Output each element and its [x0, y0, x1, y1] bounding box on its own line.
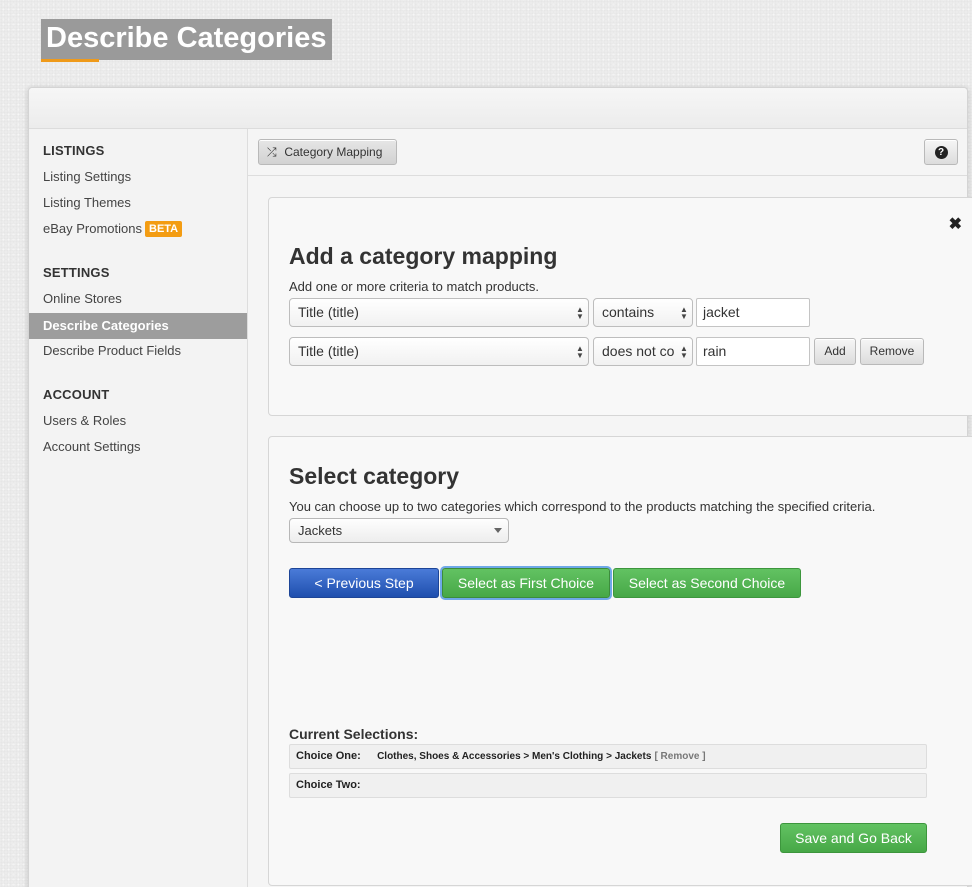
- add-mapping-panel: ✖ Add a category mapping Add one or more…: [268, 197, 972, 416]
- current-selections-label: Current Selections:: [289, 726, 419, 742]
- help-button[interactable]: ?: [924, 139, 958, 165]
- remove-criteria-button[interactable]: Remove: [860, 338, 924, 365]
- sidebar-item-account-settings[interactable]: Account Settings: [29, 434, 247, 460]
- criteria-field-select-2[interactable]: Title (title) ▲ ▼: [289, 337, 589, 366]
- shuffle-icon: ⤮: [267, 145, 277, 159]
- select-second-choice-button[interactable]: Select as Second Choice: [613, 568, 801, 598]
- choice-one-row: Choice One: Clothes, Shoes & Accessories…: [289, 744, 927, 769]
- sidebar-item-label: eBay Promotions: [43, 221, 142, 236]
- sidebar-item-describe-categories[interactable]: Describe Categories: [29, 313, 247, 339]
- close-icon[interactable]: ✖: [949, 217, 962, 233]
- mapping-description: Add one or more criteria to match produc…: [289, 279, 540, 294]
- updown-arrows-icon: ▲ ▼: [680, 344, 688, 360]
- category-mapping-button[interactable]: ⤮ Category Mapping: [258, 139, 397, 165]
- select-first-choice-button[interactable]: Select as First Choice: [442, 568, 610, 598]
- sidebar-item-online-stores[interactable]: Online Stores: [29, 286, 247, 312]
- category-description: You can choose up to two categories whic…: [289, 499, 876, 514]
- criteria-operator-value: contains: [602, 304, 655, 320]
- page-title: Describe Categories: [41, 19, 333, 60]
- choice-one-value: Clothes, Shoes & Accessories > Men's Clo…: [377, 751, 652, 762]
- frame-header: [29, 88, 967, 129]
- choice-two-row: Choice Two:: [289, 773, 927, 798]
- criteria-field-value: Title (title): [298, 304, 359, 320]
- sidebar-item-listing-settings[interactable]: Listing Settings: [29, 164, 247, 190]
- sidebar-item-describe-product-fields[interactable]: Describe Product Fields: [29, 338, 247, 364]
- criteria-field-value: Title (title): [298, 343, 359, 359]
- sidebar: LISTINGS Listing Settings Listing Themes…: [29, 129, 248, 887]
- criteria-value-input-2[interactable]: rain: [696, 337, 810, 366]
- remove-choice-one-link[interactable]: [ Remove ]: [654, 751, 705, 762]
- sidebar-heading-settings: SETTINGS: [43, 265, 110, 280]
- select-category-panel: Select category You can choose up to two…: [268, 436, 972, 886]
- app-frame: LISTINGS Listing Settings Listing Themes…: [28, 87, 972, 887]
- category-select-value: Jackets: [298, 523, 343, 538]
- previous-step-button[interactable]: < Previous Step: [289, 568, 439, 598]
- criteria-operator-select-1[interactable]: contains ▲ ▼: [593, 298, 693, 327]
- category-mapping-label: Category Mapping: [284, 145, 383, 159]
- updown-arrows-icon: ▲ ▼: [576, 305, 584, 321]
- choice-two-label: Choice Two:: [296, 779, 361, 791]
- title-underline: [41, 59, 99, 62]
- chevron-down-icon: [494, 528, 502, 533]
- criteria-value-input-1[interactable]: jacket: [696, 298, 810, 327]
- main-content: ⤮ Category Mapping ? ✖ Add a category ma…: [248, 129, 972, 887]
- help-icon: ?: [934, 145, 948, 159]
- mapping-title: Add a category mapping: [289, 243, 558, 269]
- sidebar-heading-account: ACCOUNT: [43, 387, 110, 402]
- criteria-operator-select-2[interactable]: does not co ▲ ▼: [593, 337, 693, 366]
- save-and-go-back-button[interactable]: Save and Go Back: [780, 823, 927, 853]
- beta-badge: BETA: [145, 221, 183, 237]
- choice-one-label: Choice One:: [296, 750, 361, 762]
- sidebar-item-listing-themes[interactable]: Listing Themes: [29, 190, 247, 216]
- toolbar: ⤮ Category Mapping ?: [248, 129, 967, 176]
- updown-arrows-icon: ▲ ▼: [680, 305, 688, 321]
- criteria-field-select-1[interactable]: Title (title) ▲ ▼: [289, 298, 589, 327]
- updown-arrows-icon: ▲ ▼: [576, 344, 584, 360]
- add-criteria-button[interactable]: Add: [814, 338, 856, 365]
- category-select[interactable]: Jackets: [289, 518, 509, 543]
- sidebar-heading-listings: LISTINGS: [43, 143, 105, 158]
- criteria-operator-value: does not co: [602, 343, 675, 359]
- sidebar-item-ebay-promotions[interactable]: eBay Promotions BETA: [29, 216, 247, 242]
- category-title: Select category: [289, 463, 460, 489]
- sidebar-item-users-roles[interactable]: Users & Roles: [29, 408, 247, 434]
